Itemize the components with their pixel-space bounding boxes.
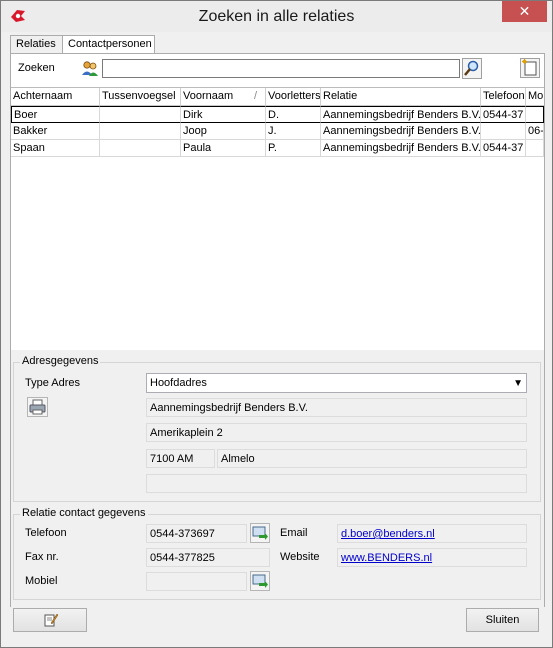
column-header-mobiel[interactable]: Mo bbox=[526, 88, 544, 105]
cell-voornaam: Joop bbox=[181, 123, 266, 140]
column-header-tussenvoegsel[interactable]: Tussenvoegsel bbox=[100, 88, 181, 105]
mobile-field bbox=[146, 572, 247, 591]
window-title: Zoeken in alle relaties bbox=[198, 8, 355, 25]
contacts-icon[interactable] bbox=[80, 58, 100, 78]
contacts-grid[interactable]: Achternaam Tussenvoegsel Voornaam / Voor… bbox=[11, 87, 544, 351]
city-field: Almelo bbox=[217, 449, 527, 468]
website-link[interactable]: www.BENDERS.nl bbox=[337, 548, 527, 567]
column-header-voornaam[interactable]: Voornaam / bbox=[181, 88, 266, 105]
tab-panel: Zoeken Achternaam Tussenvoegsel Voornaam… bbox=[10, 53, 545, 607]
tab-relaties[interactable]: Relaties bbox=[10, 35, 64, 53]
address-group-title: Adresgegevens bbox=[20, 355, 101, 367]
dialog-window: Zoeken in alle relaties ✕ Relaties Conta… bbox=[0, 0, 553, 648]
phone-dial-icon bbox=[252, 526, 268, 540]
cell-telefoon bbox=[481, 123, 526, 140]
phone-dial-icon bbox=[252, 574, 268, 588]
contact-group-title: Relatie contact gegevens bbox=[20, 507, 148, 519]
cell-tussenvoegsel bbox=[100, 123, 181, 140]
cell-mobiel bbox=[526, 106, 544, 123]
address-type-label: Type Adres bbox=[25, 377, 81, 389]
cell-achternaam: Bakker bbox=[11, 123, 100, 140]
call-phone-button[interactable] bbox=[250, 523, 270, 543]
details-area: Adresgegevens Type Adres Hoofdadres ▼ Aa… bbox=[11, 350, 544, 607]
address-line1-field: Aannemingsbedrijf Benders B.V. bbox=[146, 398, 527, 417]
cell-voorletters: J. bbox=[266, 123, 321, 140]
table-row[interactable]: Spaan Paula P. Aannemingsbedrijf Benders… bbox=[11, 140, 544, 157]
fax-label: Fax nr. bbox=[25, 551, 59, 563]
print-address-button[interactable] bbox=[27, 397, 48, 417]
search-input[interactable] bbox=[102, 59, 460, 78]
address-type-select[interactable]: Hoofdadres ▼ bbox=[146, 373, 527, 393]
title-bar: Zoeken in alle relaties ✕ bbox=[1, 1, 552, 32]
email-label: Email bbox=[280, 527, 308, 539]
search-button[interactable] bbox=[462, 58, 482, 79]
close-window-button[interactable]: ✕ bbox=[502, 1, 547, 22]
cell-voornaam: Paula bbox=[181, 140, 266, 157]
column-header-telefoon[interactable]: Telefoon bbox=[481, 88, 526, 105]
address-extra-field bbox=[146, 474, 527, 493]
cell-mobiel: 06- bbox=[526, 123, 544, 140]
mobile-label: Mobiel bbox=[25, 575, 58, 587]
cell-mobiel bbox=[526, 140, 544, 157]
cell-tussenvoegsel bbox=[100, 140, 181, 157]
column-header-relatie[interactable]: Relatie bbox=[321, 88, 481, 105]
cell-voorletters: D. bbox=[266, 106, 321, 123]
column-header-achternaam[interactable]: Achternaam bbox=[11, 88, 100, 105]
table-row[interactable]: Boer Dirk D. Aannemingsbedrijf Benders B… bbox=[11, 106, 544, 123]
close-button[interactable]: Sluiten bbox=[466, 608, 539, 632]
printer-icon bbox=[29, 399, 46, 415]
address-type-value: Hoofdadres bbox=[150, 377, 207, 389]
fax-field: 0544-377825 bbox=[146, 548, 270, 567]
edit-notepad-icon bbox=[44, 613, 59, 627]
new-document-icon bbox=[522, 59, 537, 76]
cell-relatie: Aannemingsbedrijf Benders B.V. bbox=[321, 123, 481, 140]
contact-group: Relatie contact gegevens Telefoon 0544-3… bbox=[13, 507, 541, 600]
phone-label: Telefoon bbox=[25, 527, 67, 539]
tab-contactpersonen[interactable]: Contactpersonen bbox=[62, 35, 155, 54]
cell-achternaam: Spaan bbox=[11, 140, 100, 157]
column-header-voornaam-label: Voornaam bbox=[183, 90, 234, 102]
postcode-field: 7100 AM bbox=[146, 449, 215, 468]
address-street-field: Amerikaplein 2 bbox=[146, 423, 527, 442]
cell-tussenvoegsel bbox=[100, 106, 181, 123]
edit-button[interactable] bbox=[13, 608, 87, 632]
cell-achternaam: Boer bbox=[11, 106, 100, 123]
cell-telefoon: 0544-37 bbox=[481, 140, 526, 157]
phone-field: 0544-373697 bbox=[146, 524, 247, 543]
column-header-voorletters[interactable]: Voorletters bbox=[266, 88, 321, 105]
cell-voorletters: P. bbox=[266, 140, 321, 157]
email-link[interactable]: d.boer@benders.nl bbox=[337, 524, 527, 543]
call-mobile-button[interactable] bbox=[250, 571, 270, 591]
grid-header: Achternaam Tussenvoegsel Voornaam / Voor… bbox=[11, 88, 544, 106]
search-label: Zoeken bbox=[18, 62, 55, 74]
magnifier-icon bbox=[464, 60, 479, 76]
website-label: Website bbox=[280, 551, 320, 563]
cell-telefoon: 0544-37 bbox=[481, 106, 526, 123]
table-row[interactable]: Bakker Joop J. Aannemingsbedrijf Benders… bbox=[11, 123, 544, 140]
new-contact-button[interactable] bbox=[520, 58, 540, 78]
chevron-down-icon: ▼ bbox=[513, 378, 523, 389]
address-group: Adresgegevens Type Adres Hoofdadres ▼ Aa… bbox=[13, 355, 541, 502]
cell-relatie: Aannemingsbedrijf Benders B.V. bbox=[321, 106, 481, 123]
sort-indicator-icon: / bbox=[253, 90, 257, 102]
cell-relatie: Aannemingsbedrijf Benders B.V. bbox=[321, 140, 481, 157]
cell-voornaam: Dirk bbox=[181, 106, 266, 123]
